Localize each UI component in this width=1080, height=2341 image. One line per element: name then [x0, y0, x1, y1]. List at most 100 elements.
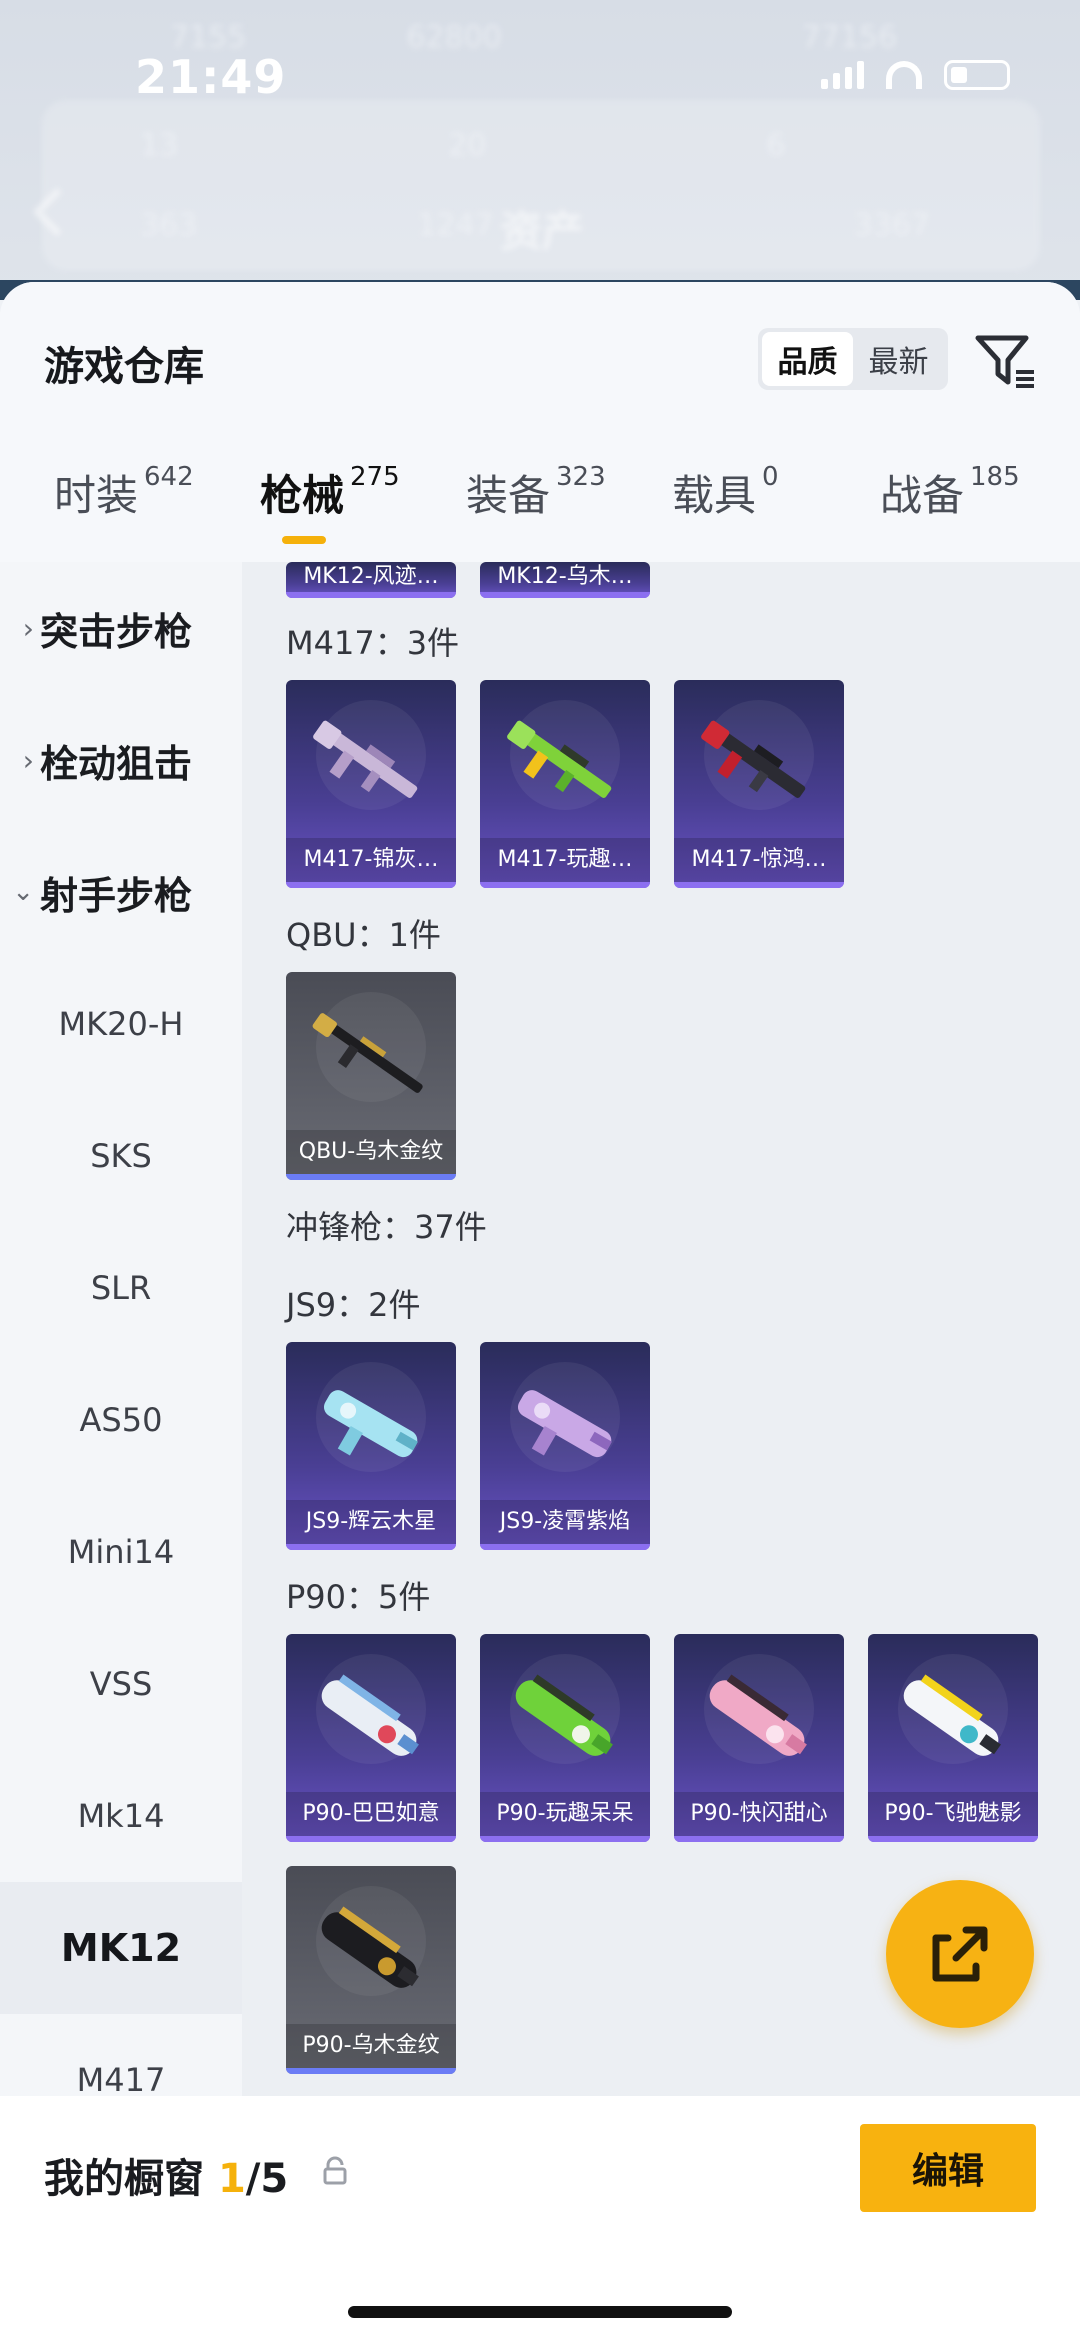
sort-option-quality[interactable]: 品质 — [762, 332, 853, 386]
sheet-title: 游戏仓库 — [44, 344, 204, 390]
sheet-header: 游戏仓库 品质 最新 时装 642 枪械 275 装备 323 载具 0 战备 … — [0, 282, 1080, 562]
weapon-card-name: MK12-风迹… — [303, 564, 439, 589]
sidebar-item-vss[interactable]: VSS — [0, 1618, 242, 1750]
tab-combat-gear[interactable]: 战备 185 — [880, 462, 1020, 523]
weapon-card-name: P90-快闪甜心 — [674, 1792, 844, 1836]
group-label-js9: JS9：2件 — [286, 1286, 421, 1324]
share-button[interactable] — [886, 1880, 1034, 2028]
sidebar-category-label: 栓动狙击 — [40, 741, 193, 786]
sidebar-category-marksman-rifle[interactable]: ⌄ 射手步枪 — [0, 826, 242, 958]
bg-stat: 1247 — [417, 208, 494, 243]
rifle-skin-icon — [312, 1013, 423, 1093]
warehouse-sheet: 游戏仓库 品质 最新 时装 642 枪械 275 装备 323 载具 0 战备 … — [0, 282, 1080, 2341]
chevron-right-icon: › — [22, 743, 34, 777]
tab-vehicles[interactable]: 载具 0 — [672, 462, 779, 523]
rarity-bar — [480, 1544, 650, 1550]
tab-label: 时装 — [54, 471, 139, 520]
rifle-skin-icon — [701, 720, 806, 798]
tab-count: 642 — [144, 462, 194, 492]
rarity-bar — [286, 1174, 456, 1180]
weapon-card-name: P90-巴巴如意 — [286, 1792, 456, 1836]
smg-skin-icon — [515, 1674, 613, 1756]
signal-icon — [821, 61, 864, 89]
sidebar-category-bolt-sniper[interactable]: › 栓动狙击 — [0, 694, 242, 826]
showcase-label: 我的橱窗 1/5 — [44, 2146, 288, 2204]
weapon-card[interactable]: P90-巴巴如意 — [286, 1634, 456, 1842]
weapon-card[interactable]: QBU-乌木金纹 — [286, 972, 456, 1180]
group-label-p90: P90：5件 — [286, 1578, 431, 1616]
weapon-card[interactable]: M417-玩趣… — [480, 680, 650, 888]
bg-stat: 77156 — [801, 20, 898, 55]
sidebar-category-label: 突击步枪 — [40, 609, 193, 654]
rarity-bar — [286, 1544, 456, 1550]
sidebar-item-mk20h[interactable]: MK20-H — [0, 958, 242, 1090]
chevron-down-icon: ⌄ — [12, 877, 34, 907]
rifle-skin-icon — [507, 720, 612, 798]
edit-button[interactable]: 编辑 — [860, 2124, 1036, 2212]
sidebar-item-mk12[interactable]: MK12 — [0, 1882, 242, 2014]
battery-icon — [944, 60, 1010, 90]
chevron-right-icon: › — [22, 611, 34, 645]
share-icon — [932, 1926, 988, 1982]
tab-equipment[interactable]: 装备 323 — [466, 462, 606, 523]
tab-label: 战备 — [880, 471, 965, 520]
tab-firearms[interactable]: 枪械 275 — [260, 462, 400, 523]
sidebar-item-mk14[interactable]: Mk14 — [0, 1750, 242, 1882]
background-title: 资产 — [500, 207, 585, 256]
weapon-card[interactable]: M417-锦灰… — [286, 680, 456, 888]
sidebar-item-slr[interactable]: SLR — [0, 1222, 242, 1354]
tab-label: 枪械 — [260, 471, 345, 520]
rarity-bar — [286, 2068, 456, 2074]
tab-label: 装备 — [466, 471, 551, 520]
rarity-bar — [286, 1836, 456, 1842]
weapon-card-name: MK12-乌木… — [497, 564, 633, 589]
sidebar-category-assault-rifle[interactable]: › 突击步枪 — [0, 562, 242, 694]
weapon-card-name: JS9-辉云木星 — [286, 1500, 456, 1544]
rarity-bar — [480, 882, 650, 888]
weapon-card[interactable]: M417-惊鸿… — [674, 680, 844, 888]
weapon-card[interactable]: MK12-风迹… — [286, 562, 456, 598]
weapon-card[interactable]: P90-玩趣呆呆 — [480, 1634, 650, 1842]
weapon-type-sidebar: › 突击步枪 › 栓动狙击 ⌄ 射手步枪 MK20-H SKS SLR AS50… — [0, 562, 242, 2102]
home-indicator — [348, 2306, 732, 2318]
rifle-skin-icon — [313, 720, 418, 798]
filter-icon[interactable] — [972, 328, 1036, 392]
smg-skin-icon — [321, 1906, 419, 1988]
tab-count: 185 — [970, 462, 1020, 492]
bg-stat: 363 — [140, 208, 198, 243]
sidebar-item-as50[interactable]: AS50 — [0, 1354, 242, 1486]
category-tabs: 时装 642 枪械 275 装备 323 载具 0 战备 185 — [0, 462, 1080, 552]
sort-option-newest[interactable]: 最新 — [853, 332, 944, 386]
showcase-bar: 我的橱窗 1/5 编辑 — [0, 2096, 1080, 2341]
weapon-card-name: M417-惊鸿… — [674, 838, 844, 882]
rarity-bar — [868, 1836, 1038, 1842]
bg-stat: 3367 — [853, 208, 930, 243]
status-time: 21:49 — [135, 50, 287, 104]
weapon-card-name: P90-玩趣呆呆 — [480, 1792, 650, 1836]
weapon-card[interactable]: MK12-乌木… — [480, 562, 650, 598]
weapon-card[interactable]: P90-乌木金纹 — [286, 1866, 456, 2074]
sidebar-item-sks[interactable]: SKS — [0, 1090, 242, 1222]
weapon-card[interactable]: JS9-凌霄紫焰 — [480, 1342, 650, 1550]
weapon-card-name: QBU-乌木金纹 — [286, 1130, 456, 1174]
weapon-card[interactable]: P90-快闪甜心 — [674, 1634, 844, 1842]
rarity-bar — [480, 1836, 650, 1842]
lock-icon — [323, 2156, 347, 2185]
smg-skin-icon — [903, 1674, 1001, 1756]
rarity-bar — [674, 882, 844, 888]
bg-stat: 20 — [448, 128, 487, 163]
showcase-total-count: /5 — [245, 2156, 289, 2202]
smg-skin-icon — [709, 1674, 807, 1756]
tab-fashion[interactable]: 时装 642 — [54, 462, 194, 523]
smg-skin-icon — [517, 1390, 612, 1458]
weapon-card[interactable]: P90-飞驰魅影 — [868, 1634, 1038, 1842]
group-label-qbu: QBU：1件 — [286, 916, 441, 954]
bg-stat: 6 — [766, 128, 786, 163]
sidebar-category-label: 射手步枪 — [40, 873, 193, 918]
showcase-title: 我的橱窗 — [44, 2156, 204, 2202]
weapon-card[interactable]: JS9-辉云木星 — [286, 1342, 456, 1550]
smg-skin-icon — [321, 1674, 419, 1756]
sidebar-item-mini14[interactable]: Mini14 — [0, 1486, 242, 1618]
status-icons — [821, 60, 1010, 90]
sort-toggle: 品质 最新 — [758, 328, 948, 390]
